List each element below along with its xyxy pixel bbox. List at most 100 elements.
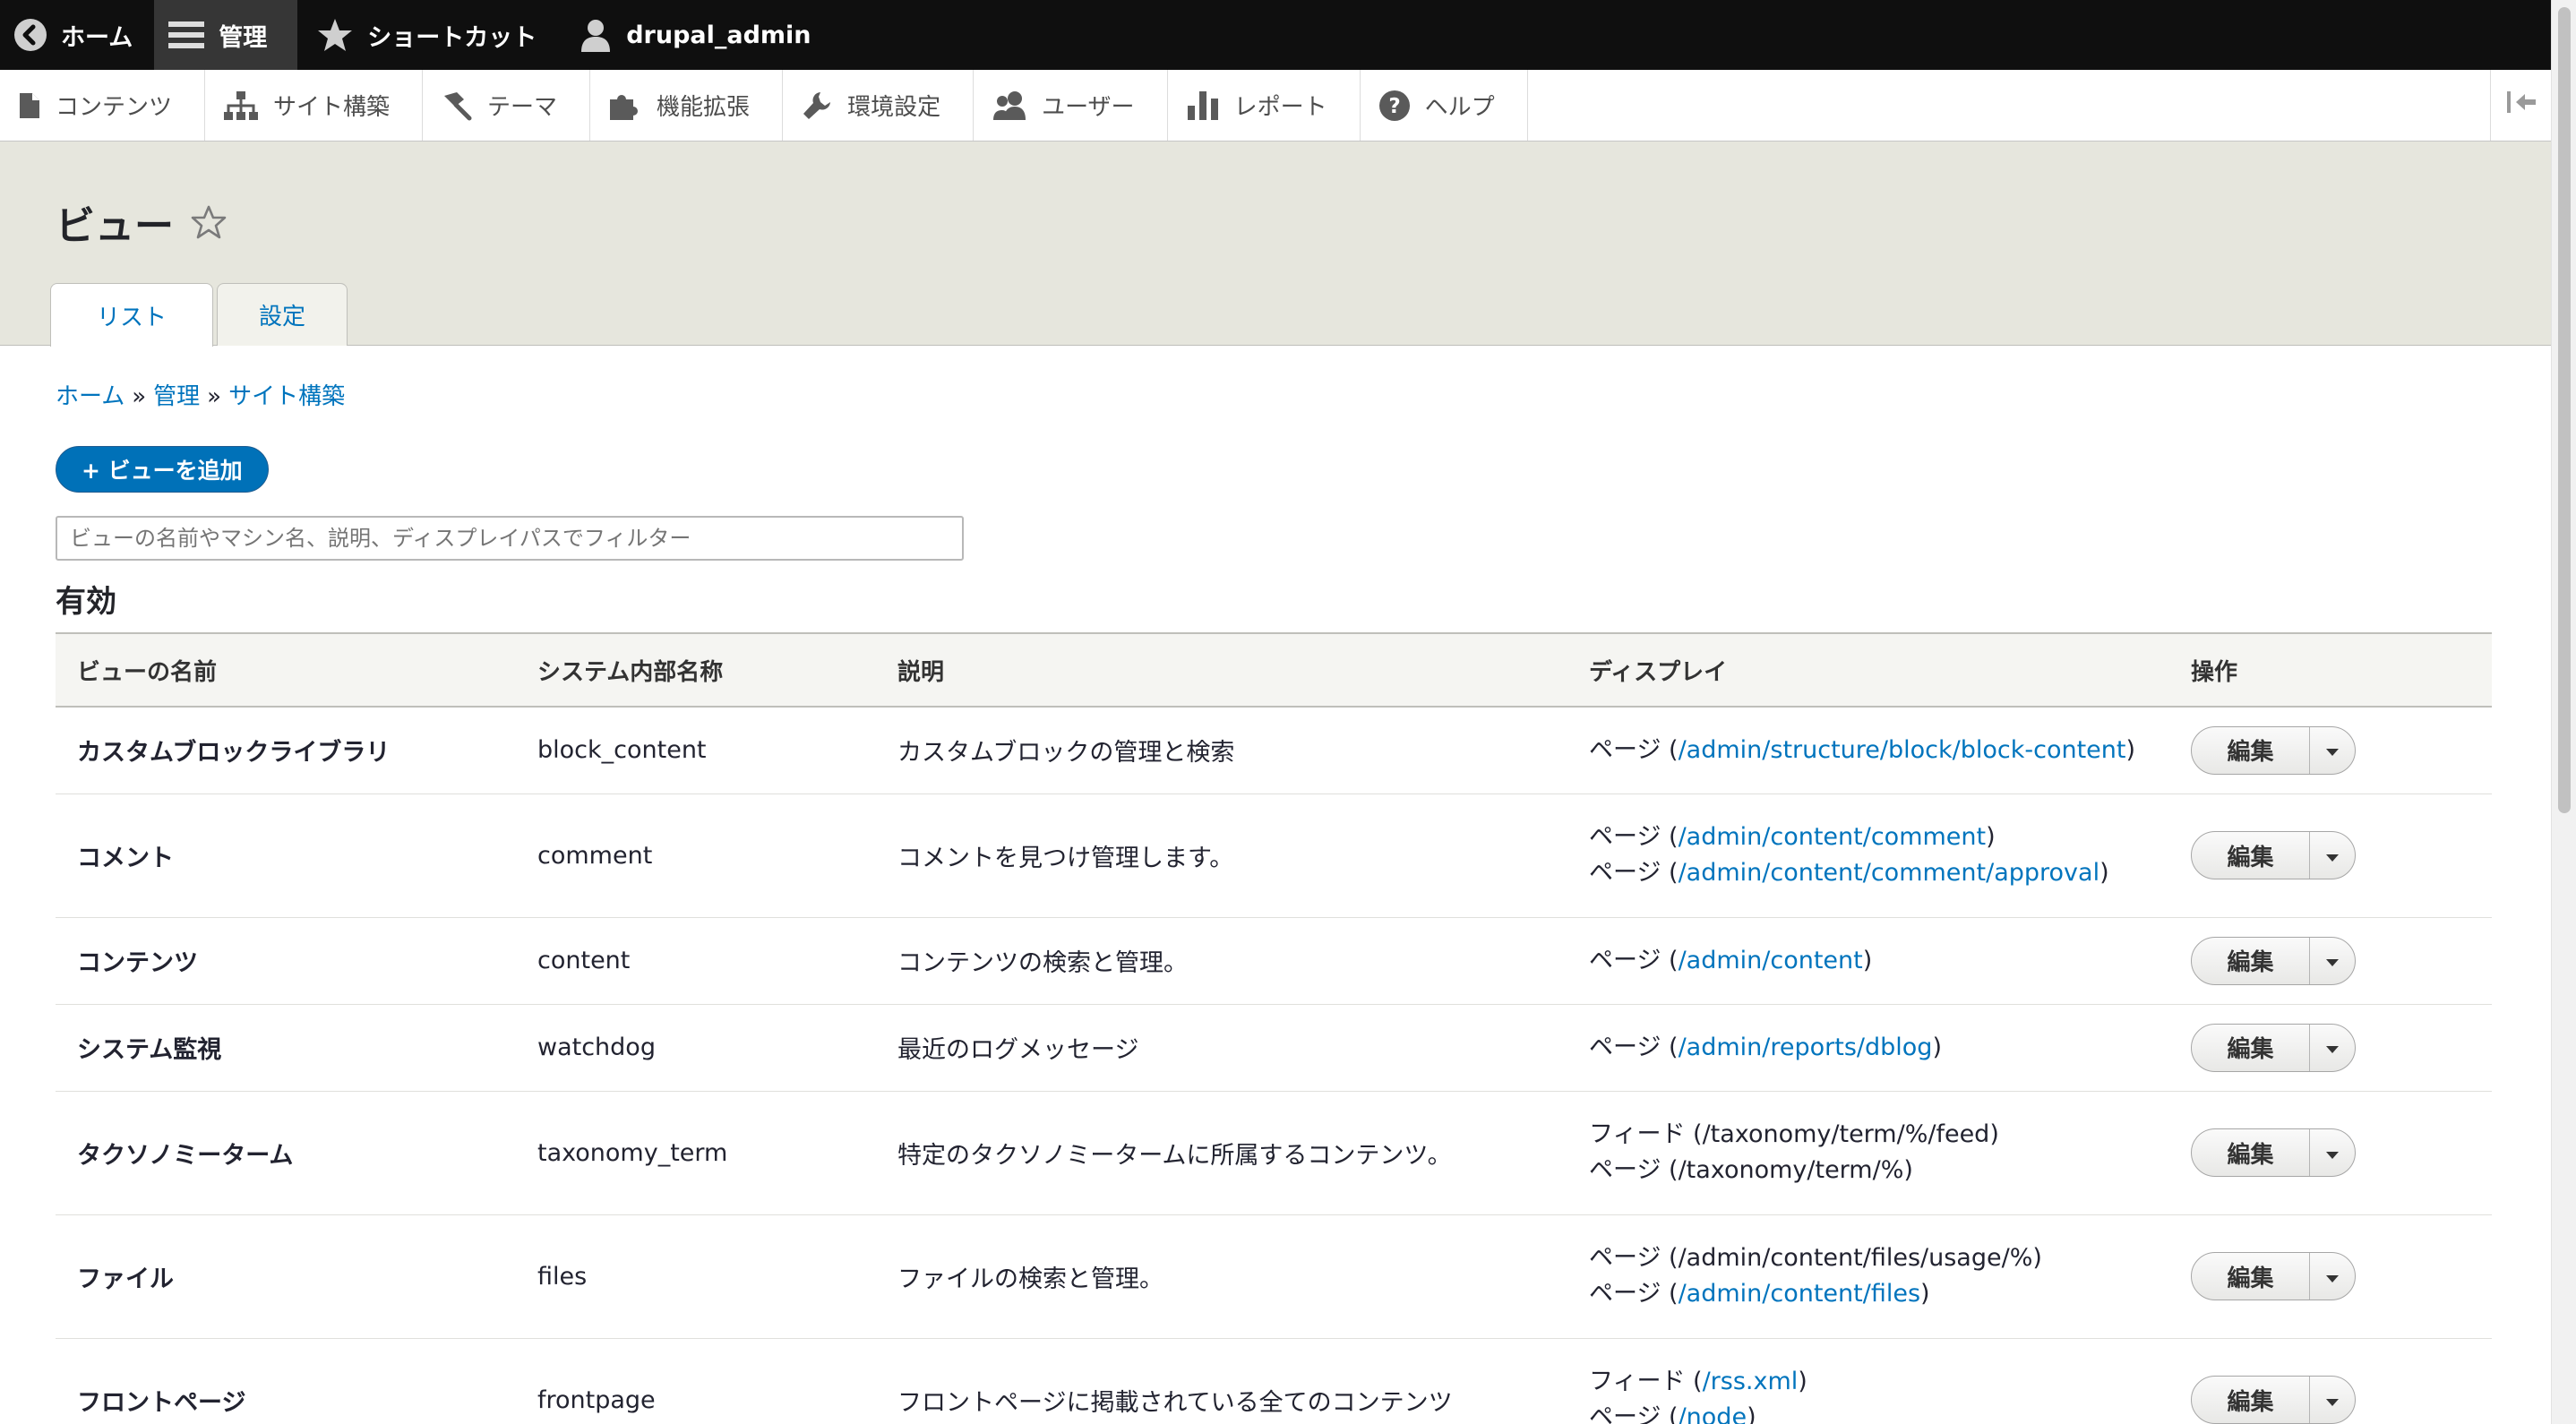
star-outline-icon[interactable] (190, 204, 228, 240)
operations-toggle-button[interactable] (2310, 938, 2355, 984)
menu-item-people[interactable]: ユーザー (974, 70, 1168, 141)
table-row: タクソノミーターム taxonomy_term 特定のタクソノミータームに所属するコ… (56, 1091, 2492, 1215)
views-filter-input[interactable] (56, 516, 964, 561)
edit-button[interactable]: 編集 (2192, 1253, 2310, 1300)
table-row: ファイル files ファイルの検索と管理。 ページ (/admin/content/… (56, 1214, 2492, 1339)
toolbar-user[interactable]: drupal_admin (567, 0, 829, 70)
machine-name-cell: frontpage (516, 1338, 876, 1424)
column-header-name: ビューの名前 (77, 658, 218, 686)
display-type: フィード ( (1589, 1368, 1703, 1395)
caret-down-icon (2324, 1034, 2340, 1061)
display-close-paren: ) (1747, 1403, 1756, 1424)
breadcrumb: ホーム» 管理» サイト構築 (56, 378, 345, 411)
caret-down-icon (2324, 842, 2340, 870)
operations-cell: 編集 (2169, 707, 2492, 794)
toolbar-manage[interactable]: 管理 (154, 0, 298, 70)
menu-item-appearance[interactable]: テーマ (423, 70, 591, 141)
edit-button[interactable]: 編集 (2192, 832, 2310, 879)
toolbar-shortcuts[interactable]: ショートカット (297, 0, 567, 70)
menu-item-help[interactable]: ? ヘルプ (1361, 70, 1528, 141)
display-type: ページ ( (1589, 1156, 1679, 1184)
scrollbar-thumb[interactable] (2558, 7, 2571, 813)
machine-name-cell: comment (516, 793, 876, 918)
display-close-paren: ) (1989, 1120, 1999, 1148)
edit-button[interactable]: 編集 (2192, 726, 2310, 774)
display-path[interactable]: /admin/structure/block/block-content (1679, 736, 2126, 764)
description-cell: フロントページに掲載されている全てのコンテンツ (876, 1338, 1567, 1424)
caret-down-icon (2324, 1263, 2340, 1291)
add-view-button[interactable]: + ビューを追加 (56, 446, 269, 493)
display-entry: ページ (/admin/content/comment) (1589, 819, 2148, 855)
menu-item-structure[interactable]: サイト構築 (205, 70, 424, 141)
display-type: ページ ( (1589, 859, 1679, 887)
column-header-machine-name: システム内部名称 (537, 658, 724, 686)
tab-list[interactable]: リスト (50, 283, 213, 347)
toolbar-home[interactable]: ホーム (0, 0, 154, 70)
menu-item-label: サイト構築 (273, 94, 391, 121)
display-entry: ページ (/admin/content) (1589, 943, 2148, 979)
operations-toggle-button[interactable] (2310, 1025, 2355, 1071)
display-entry: ページ (/admin/structure/block/block-conten… (1589, 733, 2148, 768)
toolbar-home-label: ホーム (61, 23, 133, 52)
operations-toggle-button[interactable] (2310, 832, 2355, 879)
breadcrumb-home[interactable]: ホーム (56, 383, 125, 410)
display-path[interactable]: /rss.xml (1703, 1368, 1799, 1395)
display-entry: フィード (/taxonomy/term/%/feed) (1589, 1117, 2148, 1153)
display-close-paren: ) (1903, 1156, 1913, 1184)
display-type: ページ ( (1589, 735, 1679, 764)
operations-toggle-button[interactable] (2310, 1253, 2355, 1300)
operations-toggle-button[interactable] (2310, 727, 2355, 774)
display-entry: ページ (/admin/content/files) (1589, 1276, 2148, 1312)
caret-down-icon (2324, 1139, 2340, 1167)
menu-item-extend[interactable]: 機能拡張 (590, 70, 784, 141)
operations-dropbutton: 編集 (2191, 1128, 2356, 1177)
display-path[interactable]: /admin/content (1679, 947, 1863, 974)
operations-dropbutton: 編集 (2191, 831, 2356, 879)
display-close-paren: ) (1862, 946, 1873, 974)
paintbrush-icon (441, 90, 473, 121)
operations-toggle-button[interactable] (2310, 1377, 2355, 1423)
display-path[interactable]: /admin/content/comment (1679, 823, 1987, 851)
view-name-cell: タクソノミーターム (56, 1091, 516, 1215)
display-path[interactable]: /admin/reports/dblog (1679, 1034, 1933, 1061)
edit-button[interactable]: 編集 (2192, 1377, 2310, 1423)
edit-button[interactable]: 編集 (2192, 1024, 2310, 1071)
operations-cell: 編集 (2169, 1338, 2492, 1424)
wrench-icon (801, 90, 833, 122)
display-entry: ページ (/admin/reports/dblog) (1589, 1030, 2148, 1066)
vertical-scrollbar[interactable] (2551, 0, 2576, 1424)
menu-item-label: 環境設定 (847, 94, 941, 121)
display-path[interactable]: /admin/content/files (1679, 1280, 1920, 1308)
display-path[interactable]: /admin/content/comment/approval (1679, 859, 2100, 887)
breadcrumb-structure[interactable]: サイト構築 (228, 383, 345, 410)
column-header-description: 説明 (897, 658, 945, 686)
display-path[interactable]: /node (1679, 1403, 1747, 1424)
collapse-toolbar-button[interactable] (2490, 70, 2551, 141)
menu-item-label: ヘルプ (1424, 94, 1495, 121)
edit-button[interactable]: 編集 (2192, 937, 2310, 984)
operations-cell: 編集 (2169, 1214, 2492, 1339)
description-cell: カスタムブロックの管理と検索 (876, 707, 1567, 794)
description-cell: 最近のログメッセージ (876, 1004, 1567, 1092)
display-entry: フィード (/rss.xml) (1589, 1364, 2148, 1400)
edit-button[interactable]: 編集 (2192, 1129, 2310, 1176)
table-row: フロントページ frontpage フロントページに掲載されている全てのコンテンツフ… (56, 1338, 2492, 1424)
table-row: コメント comment コメントを見つけ管理します。 ページ (/admin/con… (56, 793, 2492, 918)
page-icon (18, 91, 41, 120)
user-icon (580, 18, 612, 52)
menu-item-reports[interactable]: レポート (1168, 70, 1361, 141)
display-close-paren: ) (1920, 1280, 1930, 1308)
menu-item-label: レポート (1233, 94, 1327, 121)
page-title: ビュー (56, 193, 228, 251)
view-name-cell: コメント (56, 793, 516, 918)
menu-item-content[interactable]: コンテンツ (0, 70, 206, 141)
operations-toggle-button[interactable] (2310, 1129, 2355, 1176)
collapse-icon (2505, 90, 2537, 121)
breadcrumb-admin[interactable]: 管理 (153, 383, 200, 410)
display-path: /taxonomy/term/% (1678, 1156, 1904, 1184)
tab-settings[interactable]: 設定 (217, 283, 348, 346)
views-table: ビューの名前 システム内部名称 説明 ディスプレイ 操作 カスタムブロックライブ… (56, 632, 2492, 1424)
menu-item-config[interactable]: 環境設定 (783, 70, 975, 141)
bar-chart-icon (1186, 90, 1220, 122)
operations-cell: 編集 (2169, 917, 2492, 1005)
